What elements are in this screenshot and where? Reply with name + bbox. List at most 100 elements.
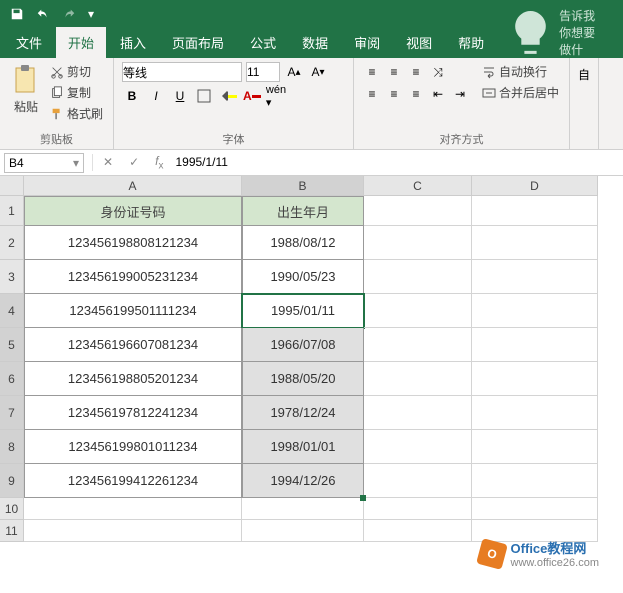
cell[interactable] — [364, 328, 472, 362]
cell-dob[interactable]: 1994/12/26 — [242, 464, 364, 498]
row-header[interactable]: 11 — [0, 520, 24, 542]
italic-button[interactable]: I — [146, 86, 166, 106]
cell-id[interactable]: 123456199801011234 — [24, 430, 242, 464]
font-size-select[interactable] — [246, 62, 280, 82]
row-header[interactable]: 4 — [0, 294, 24, 328]
row-header[interactable]: 7 — [0, 396, 24, 430]
cut-button[interactable]: 剪切 — [48, 62, 105, 81]
col-header[interactable]: A — [24, 176, 242, 196]
col-header[interactable]: C — [364, 176, 472, 196]
cell-dob[interactable]: 1998/01/01 — [242, 430, 364, 464]
formula-input[interactable] — [175, 155, 617, 169]
col-header[interactable]: B — [242, 176, 364, 196]
cell[interactable] — [364, 260, 472, 294]
orientation-icon[interactable]: ⤨ — [428, 62, 448, 82]
cell[interactable] — [472, 498, 598, 520]
cell-dob[interactable]: 1988/08/12 — [242, 226, 364, 260]
chevron-down-icon[interactable]: ▾ — [73, 156, 79, 170]
tab-file[interactable]: 文件 — [4, 27, 54, 58]
cell[interactable] — [24, 498, 242, 520]
cell[interactable] — [242, 498, 364, 520]
paste-button[interactable]: 粘贴 — [8, 62, 44, 117]
tab-help[interactable]: 帮助 — [446, 27, 496, 58]
merge-center-button[interactable]: 合并后居中 — [480, 83, 561, 102]
fx-icon[interactable]: fx — [151, 154, 167, 171]
align-bottom-icon[interactable]: ≡ — [406, 62, 426, 82]
undo-icon[interactable] — [32, 5, 54, 23]
cell-dob[interactable]: 1978/12/24 — [242, 396, 364, 430]
align-top-icon[interactable]: ≡ — [362, 62, 382, 82]
select-all-corner[interactable] — [0, 176, 24, 196]
save-icon[interactable] — [6, 5, 28, 23]
cell[interactable] — [364, 430, 472, 464]
cancel-icon[interactable]: ✕ — [99, 155, 117, 169]
cell[interactable] — [472, 226, 598, 260]
table-header-dob[interactable]: 出生年月 — [242, 196, 364, 226]
cell[interactable] — [242, 520, 364, 542]
cell[interactable] — [364, 396, 472, 430]
row-header[interactable]: 5 — [0, 328, 24, 362]
cell-id[interactable]: 123456199412261234 — [24, 464, 242, 498]
table-header-id[interactable]: 身份证号码 — [24, 196, 242, 226]
cell-dob[interactable]: 1990/05/23 — [242, 260, 364, 294]
tab-insert[interactable]: 插入 — [108, 27, 158, 58]
cell[interactable] — [364, 498, 472, 520]
format-painter-button[interactable]: 格式刷 — [48, 104, 105, 123]
row-header[interactable]: 9 — [0, 464, 24, 498]
cell[interactable] — [24, 520, 242, 542]
cell-dob[interactable]: 1988/05/20 — [242, 362, 364, 396]
cell[interactable] — [472, 328, 598, 362]
decrease-font-icon[interactable]: A▾ — [308, 62, 328, 82]
phonetic-button[interactable]: wén▾ — [266, 86, 286, 106]
align-right-icon[interactable]: ≡ — [406, 84, 426, 104]
tab-layout[interactable]: 页面布局 — [160, 27, 236, 58]
indent-increase-icon[interactable]: ⇥ — [450, 84, 470, 104]
redo-icon[interactable] — [58, 5, 80, 23]
cell-id[interactable]: 123456199501111234 — [24, 294, 242, 328]
cell[interactable] — [472, 260, 598, 294]
border-button[interactable] — [194, 86, 214, 106]
cell[interactable] — [472, 396, 598, 430]
bold-button[interactable]: B — [122, 86, 142, 106]
cell-id[interactable]: 123456199005231234 — [24, 260, 242, 294]
name-box[interactable]: B4 ▾ — [4, 153, 84, 173]
tell-me-search[interactable]: 告诉我你想要做什 — [506, 7, 606, 58]
increase-font-icon[interactable]: A▴ — [284, 62, 304, 82]
font-color-button[interactable]: A — [242, 86, 262, 106]
cell[interactable] — [472, 430, 598, 464]
indent-decrease-icon[interactable]: ⇤ — [428, 84, 448, 104]
cell[interactable] — [364, 226, 472, 260]
row-header[interactable]: 8 — [0, 430, 24, 464]
cell[interactable] — [364, 520, 472, 542]
cell[interactable] — [364, 196, 472, 226]
cell[interactable] — [472, 294, 598, 328]
cell-id[interactable]: 123456198805201234 — [24, 362, 242, 396]
fill-handle[interactable] — [360, 495, 366, 501]
cell[interactable] — [364, 362, 472, 396]
row-header[interactable]: 6 — [0, 362, 24, 396]
align-left-icon[interactable]: ≡ — [362, 84, 382, 104]
cell[interactable] — [472, 196, 598, 226]
cell-id[interactable]: 123456197812241234 — [24, 396, 242, 430]
align-center-icon[interactable]: ≡ — [384, 84, 404, 104]
tab-home[interactable]: 开始 — [56, 27, 106, 58]
cell[interactable] — [472, 464, 598, 498]
qat-customize-icon[interactable]: ▾ — [84, 5, 98, 23]
cell-dob-active[interactable]: 1995/01/11 — [242, 294, 364, 328]
fill-color-button[interactable] — [218, 86, 238, 106]
cell-id[interactable]: 123456198808121234 — [24, 226, 242, 260]
cell[interactable] — [472, 362, 598, 396]
row-header[interactable]: 3 — [0, 260, 24, 294]
col-header[interactable]: D — [472, 176, 598, 196]
cell[interactable] — [364, 294, 472, 328]
font-name-select[interactable] — [122, 62, 242, 82]
wrap-text-button[interactable]: 自动换行 — [480, 62, 561, 81]
row-header[interactable]: 1 — [0, 196, 24, 226]
tab-formulas[interactable]: 公式 — [238, 27, 288, 58]
row-header[interactable]: 2 — [0, 226, 24, 260]
copy-button[interactable]: 复制 — [48, 83, 105, 102]
align-middle-icon[interactable]: ≡ — [384, 62, 404, 82]
underline-button[interactable]: U — [170, 86, 190, 106]
row-header[interactable]: 10 — [0, 498, 24, 520]
cell-id[interactable]: 123456196607081234 — [24, 328, 242, 362]
